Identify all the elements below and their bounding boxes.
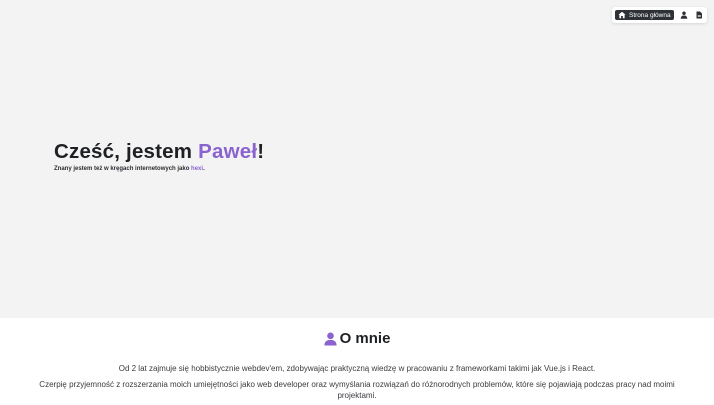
home-button-label: Strona główna — [629, 11, 671, 19]
document-icon — [696, 11, 702, 19]
document-nav-button[interactable] — [694, 10, 704, 20]
hero-subtitle-nick: hexi — [191, 166, 204, 172]
hero-title-prefix: Cześć, jestem — [54, 140, 199, 163]
hero-subtitle-prefix: Znany jestem też w kręgach internetowych… — [54, 166, 192, 172]
about-nav-button[interactable] — [679, 10, 689, 20]
hero-subtitle: Znany jestem też w kręgach internetowych… — [54, 166, 205, 172]
hero-subtitle-suffix: . — [203, 166, 205, 172]
hero-title-name: Paweł — [198, 140, 258, 163]
home-icon — [618, 11, 626, 19]
top-navbar: Strona główna — [612, 7, 707, 23]
about-heading: O mnie — [0, 330, 714, 347]
home-button[interactable]: Strona główna — [615, 10, 674, 20]
about-paragraph-1: Od 2 lat zajmuje się hobbistycznie webde… — [118, 364, 596, 373]
hero-section: Strona główna Cześć, jestem Paweł! Znany… — [0, 0, 714, 318]
about-title: O mnie — [339, 330, 391, 347]
user-icon — [323, 332, 337, 345]
hero-title-suffix: ! — [257, 140, 265, 163]
user-icon — [680, 11, 687, 19]
about-paragraph-2: Czerpię przyjemność z rozszerzania moich… — [39, 380, 675, 400]
hero-title: Cześć, jestem Paweł! — [54, 140, 264, 164]
